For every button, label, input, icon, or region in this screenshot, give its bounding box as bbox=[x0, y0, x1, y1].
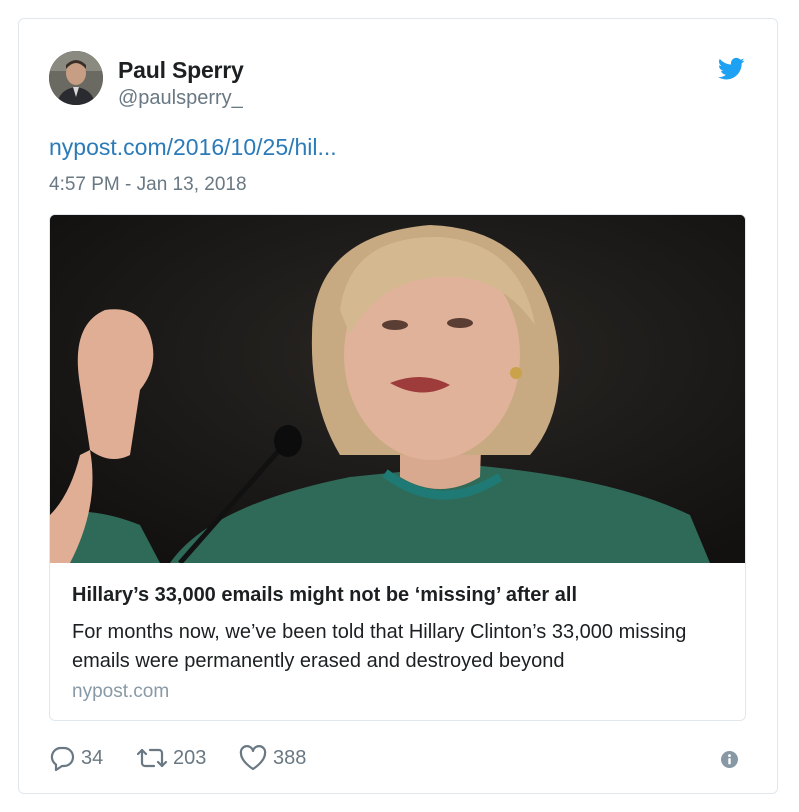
like-count: 388 bbox=[273, 746, 307, 769]
tweet-timestamp[interactable]: 4:57 PM - Jan 13, 2018 bbox=[49, 174, 247, 196]
retweet-count: 203 bbox=[173, 746, 207, 769]
heart-icon bbox=[239, 745, 267, 771]
retweet-action[interactable]: 203 bbox=[137, 745, 206, 771]
twitter-bird-icon[interactable] bbox=[718, 57, 745, 81]
like-action[interactable]: 388 bbox=[239, 745, 306, 771]
info-icon[interactable] bbox=[721, 751, 738, 768]
article-photo[interactable] bbox=[50, 215, 745, 565]
author-avatar[interactable] bbox=[49, 51, 103, 105]
article-link[interactable]: nypost.com/2016/10/25/hil... bbox=[49, 134, 337, 161]
card-headline[interactable]: Hillary’s 33,000 emails might not be ‘mi… bbox=[72, 584, 577, 607]
reply-icon bbox=[50, 746, 75, 771]
author-handle[interactable]: @paulsperry_ bbox=[118, 87, 243, 110]
reply-count: 34 bbox=[81, 746, 104, 769]
retweet-icon bbox=[137, 748, 167, 768]
link-preview-card[interactable]: Hillary’s 33,000 emails might not be ‘mi… bbox=[49, 214, 746, 721]
reply-action[interactable]: 34 bbox=[49, 745, 103, 771]
embedded-tweet: Paul Sperry @paulsperry_ nypost.com/2016… bbox=[18, 18, 778, 794]
card-domain: nypost.com bbox=[72, 681, 170, 702]
card-description: For months now, we’ve been told that Hil… bbox=[72, 621, 687, 672]
author-name[interactable]: Paul Sperry bbox=[118, 57, 244, 84]
